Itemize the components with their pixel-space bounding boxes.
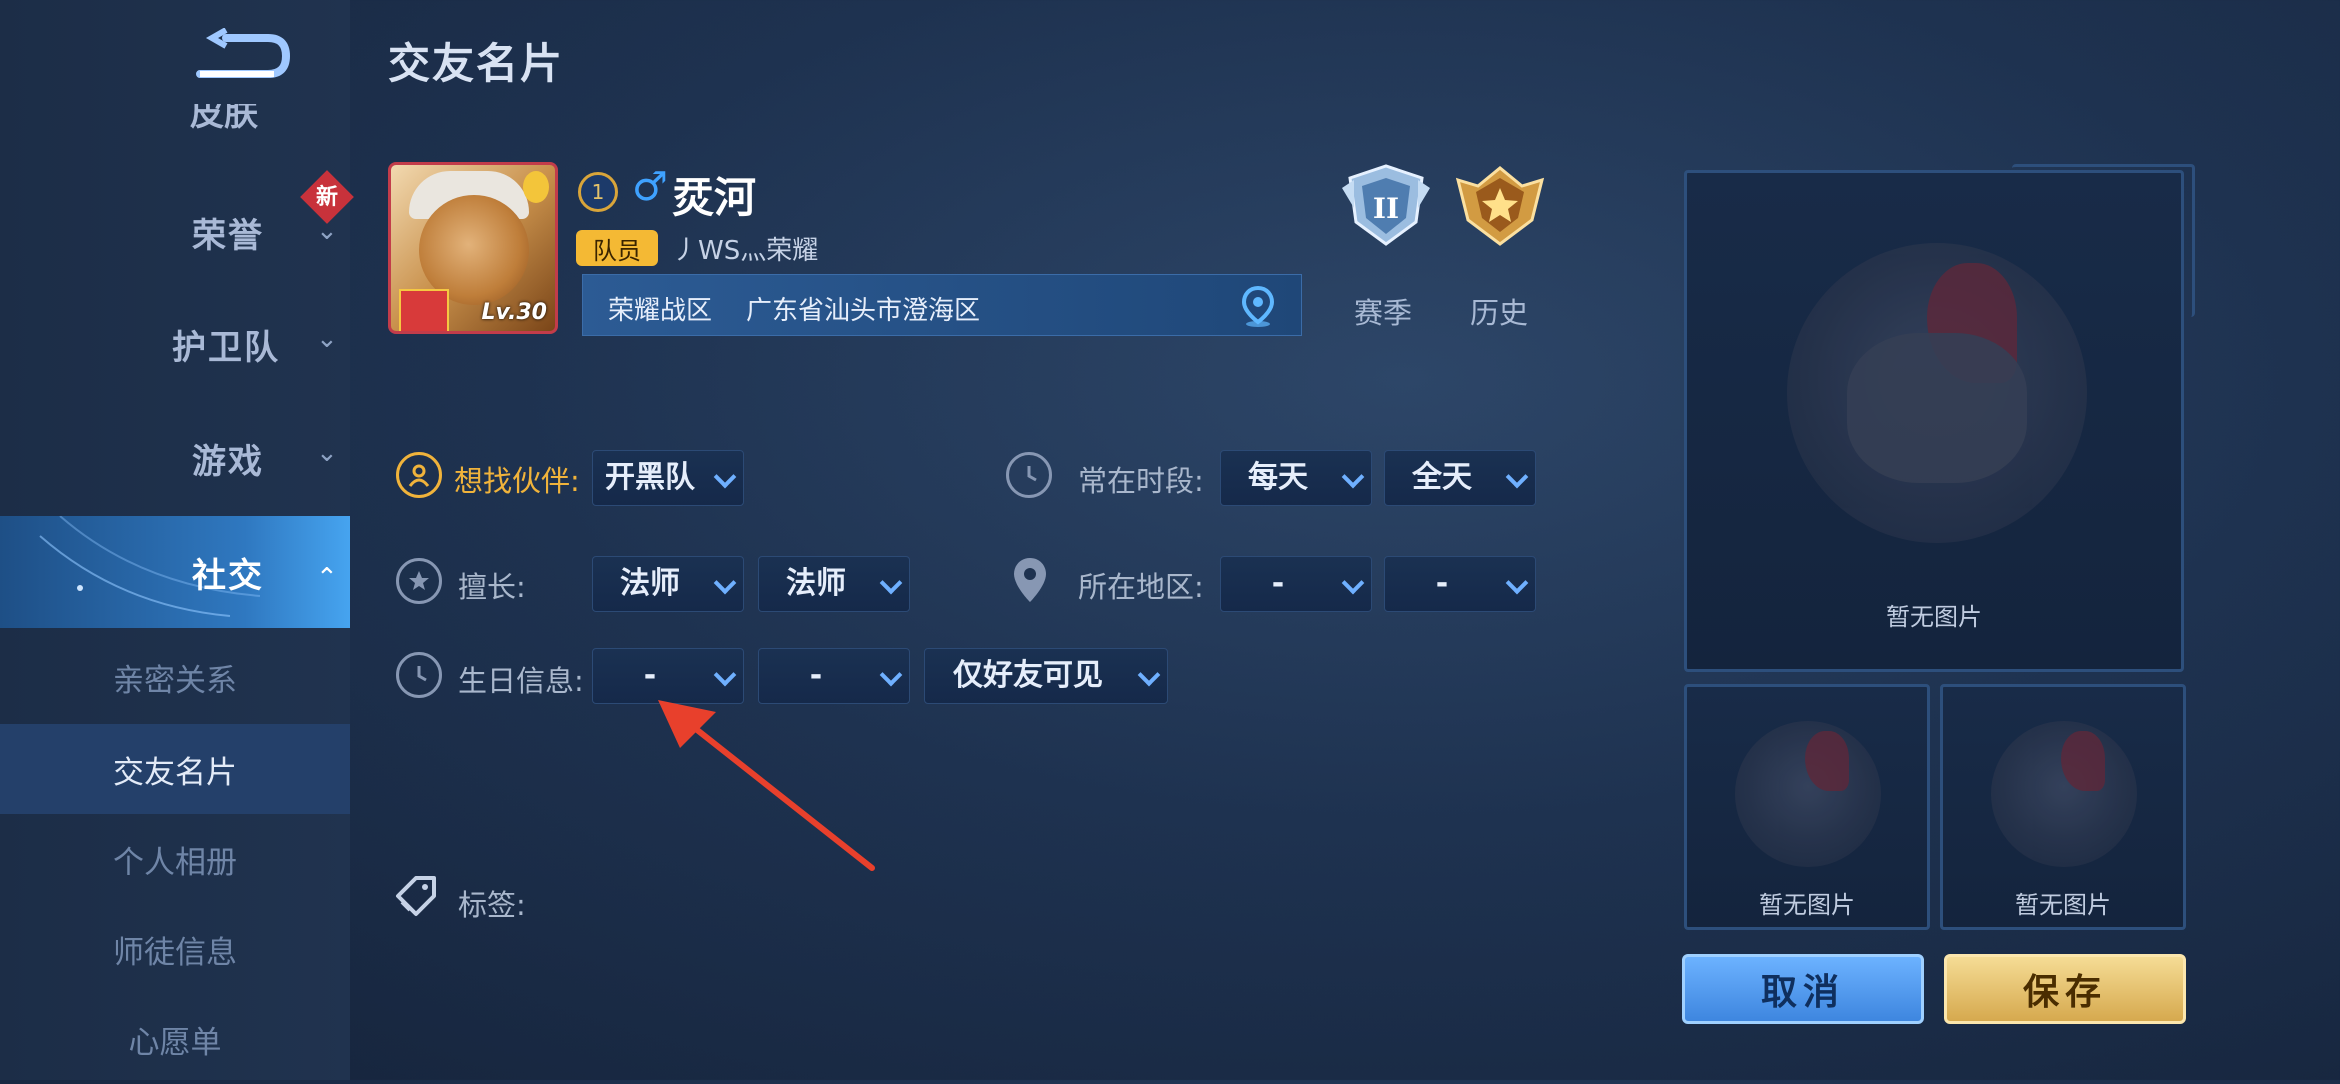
chevron-down-icon: ⌄ xyxy=(316,324,338,354)
partner-select-value: 开黑队 xyxy=(605,460,695,495)
page-title: 交友名片 xyxy=(388,39,565,88)
season-label[interactable]: 赛季 xyxy=(1354,290,1412,332)
area-city-select[interactable]: - xyxy=(1384,556,1536,612)
season-tier: II xyxy=(1373,192,1399,225)
annotation-arrow xyxy=(658,700,875,871)
skill-label: 擅长: xyxy=(458,570,526,604)
back-arrow-icon[interactable] xyxy=(190,28,294,84)
location-pin-icon xyxy=(1014,558,1046,602)
region-value: 广东省汕头市澄海区 xyxy=(746,296,981,326)
chevron-down-icon xyxy=(879,571,903,595)
skill-secondary-value: 法师 xyxy=(786,566,846,601)
sidebar-subitem-intimacy[interactable]: 亲密关系 xyxy=(0,632,350,722)
partner-label: 想找伙伴: xyxy=(454,464,580,498)
tag-icon xyxy=(396,876,436,916)
partner-select[interactable]: 开黑队 xyxy=(592,450,744,506)
sidebar-subitem-wishlist[interactable]: 心愿单 xyxy=(0,994,350,1084)
active-period-select[interactable]: 全天 xyxy=(1384,450,1536,506)
team-name: 丿WS灬荣耀 xyxy=(672,236,819,266)
area-label: 所在地区: xyxy=(1078,570,1204,604)
active-period-value: 全天 xyxy=(1412,460,1472,495)
chevron-down-icon xyxy=(713,663,737,687)
sidebar-item-guard-team[interactable]: 护卫队 ⌄ xyxy=(0,288,350,400)
sidebar-item-skin[interactable]: 皮肤 xyxy=(190,104,310,134)
area-province-value: - xyxy=(1271,566,1285,601)
sidebar-subitem-album[interactable]: 个人相册 xyxy=(0,814,350,904)
placeholder-hero-image xyxy=(1735,721,1881,867)
new-badge-label: 新 xyxy=(315,185,338,210)
active-day-value: 每天 xyxy=(1248,460,1308,495)
chevron-down-icon xyxy=(1341,571,1365,595)
sidebar-item-label: 皮肤 xyxy=(190,104,258,134)
history-label[interactable]: 历史 xyxy=(1470,290,1528,332)
sidebar-item-honor[interactable]: 荣誉 ⌄ xyxy=(0,176,350,288)
clock-icon xyxy=(396,652,442,698)
chevron-down-icon xyxy=(713,571,737,595)
region-label: 荣耀战区 xyxy=(608,296,713,326)
sidebar-item-social[interactable]: 社交 ⌄ xyxy=(0,516,350,628)
chevron-down-icon xyxy=(879,663,903,687)
sidebar-item-game[interactable]: 游戏 ⌄ xyxy=(0,402,350,514)
tags-label: 标签: xyxy=(458,888,526,922)
avatar-level: Lv.30 xyxy=(481,300,547,325)
sidebar: 皮肤 荣誉 ⌄ 新 护卫队 ⌄ 游戏 ⌄ 社交 ⌄ 亲密关系 交友名片 个人相册… xyxy=(0,0,354,1080)
player-name: 烎河 xyxy=(672,173,757,222)
partner-search-icon xyxy=(396,452,442,498)
birthday-visibility-value: 仅好友可见 xyxy=(953,658,1103,693)
male-gender-icon: ♂ xyxy=(632,164,668,210)
avatar[interactable]: Lv.30 xyxy=(388,162,558,334)
no-photo-text: 暂无图片 xyxy=(1886,603,1982,631)
active-time-label: 常在时段: xyxy=(1078,464,1204,498)
skill-primary-select[interactable]: 法师 xyxy=(592,556,744,612)
skill-primary-value: 法师 xyxy=(620,566,680,601)
active-day-select[interactable]: 每天 xyxy=(1220,450,1372,506)
skill-secondary-select[interactable]: 法师 xyxy=(758,556,910,612)
chevron-down-icon xyxy=(1505,571,1529,595)
birthday-visibility-select[interactable]: 仅好友可见 xyxy=(924,648,1168,704)
no-photo-text: 暂无图片 xyxy=(2015,891,2111,919)
clock-icon xyxy=(1006,452,1052,498)
chevron-down-icon xyxy=(1137,663,1161,687)
chevron-down-icon xyxy=(1505,465,1529,489)
placeholder-hero-image xyxy=(1787,243,2087,543)
photo-slot-2[interactable]: 暂无图片 xyxy=(1684,684,1930,930)
rank-level-badge: 1 xyxy=(578,172,618,212)
gift-decoration xyxy=(399,289,449,331)
star-icon xyxy=(396,558,442,604)
area-city-value: - xyxy=(1435,566,1449,601)
chevron-up-icon: ⌄ xyxy=(316,560,338,590)
cancel-button[interactable]: 取消 xyxy=(1682,954,1924,1024)
area-province-select[interactable]: - xyxy=(1220,556,1372,612)
chevron-down-icon xyxy=(713,465,737,489)
history-rank-emblem[interactable] xyxy=(1454,160,1546,250)
location-pin-icon[interactable] xyxy=(1236,284,1280,328)
sidebar-subitem-friend-card[interactable]: 交友名片 xyxy=(0,724,350,814)
role-badge: 队员 xyxy=(576,230,658,266)
season-rank-emblem[interactable]: II xyxy=(1340,160,1432,250)
balloon-decoration xyxy=(523,171,549,203)
sidebar-subitem-mentor[interactable]: 师徒信息 xyxy=(0,904,350,994)
main-photo-slot[interactable]: 暂无图片 xyxy=(1684,170,2184,672)
sidebar-item-label: 护卫队 xyxy=(172,327,280,368)
chevron-down-icon xyxy=(1341,465,1365,489)
placeholder-hero-image xyxy=(1991,721,2137,867)
save-button[interactable]: 保存 xyxy=(1944,954,2186,1024)
birthday-label: 生日信息: xyxy=(458,664,584,698)
no-photo-text: 暂无图片 xyxy=(1759,891,1855,919)
photo-slot-3[interactable]: 暂无图片 xyxy=(1940,684,2186,930)
chevron-down-icon: ⌄ xyxy=(316,438,338,468)
